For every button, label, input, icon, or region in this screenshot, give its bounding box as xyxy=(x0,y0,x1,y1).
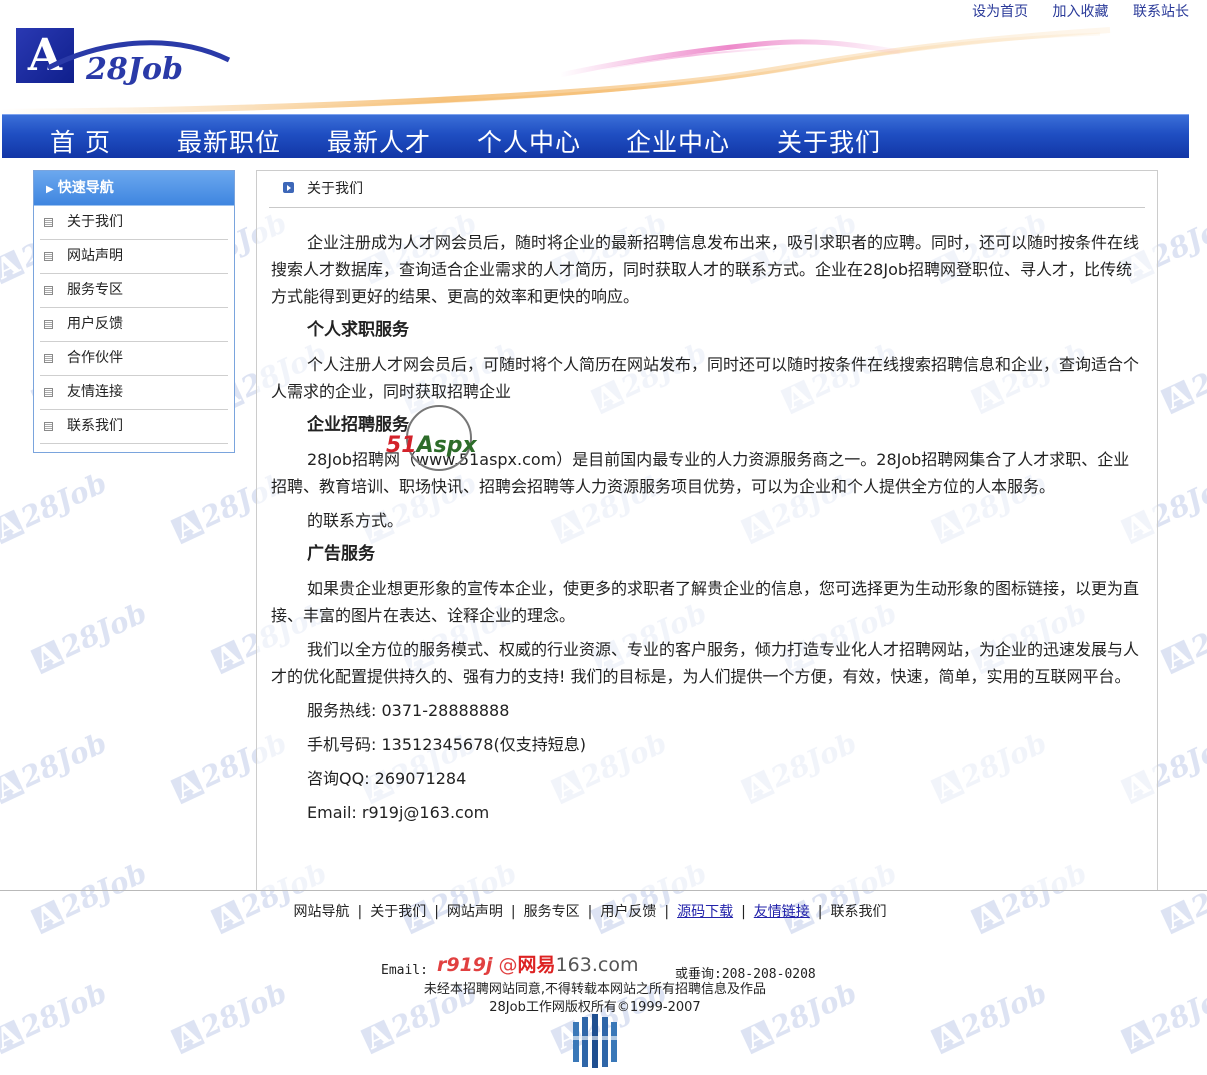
list-bullet-icon xyxy=(44,354,53,363)
footer-link[interactable]: 友情链接 xyxy=(754,904,810,920)
footer-notice: 未经本招聘网站同意,不得转载本网站之所有招聘信息及作品 xyxy=(423,982,767,997)
sidebar-item-label: 友情连接 xyxy=(67,384,123,400)
mobile-number: 手机号码: 13512345678(仅支持短息) xyxy=(307,735,586,754)
sidebar-item-partners[interactable]: 合作伙伴 xyxy=(40,342,228,376)
footer-separator: | xyxy=(357,904,363,920)
nav-company-center[interactable]: 企业中心 xyxy=(626,123,730,159)
watermark-tile: A28Job xyxy=(0,726,112,807)
footer-separator: | xyxy=(510,904,516,920)
sidebar-item-label: 用户反馈 xyxy=(67,316,123,332)
paragraph-ad-service: 如果贵企业想更形象的宣传本企业，使更多的求职者了解贵企业的信息，您可选择更为生动… xyxy=(271,579,1140,625)
certification-badge-icon[interactable] xyxy=(572,1014,618,1068)
nav-personal-center[interactable]: 个人中心 xyxy=(477,123,581,159)
sidebar-item-contact-us[interactable]: 联系我们 xyxy=(40,410,228,444)
footer-link[interactable]: 联系我们 xyxy=(831,904,887,920)
watermark-tile: A28Job xyxy=(30,596,152,677)
footer-links: 网站导航 | 关于我们 | 网站声明 | 服务专区 | 用户反馈 | 源码下载 | 友情链接 | 联系我们 xyxy=(0,901,1180,921)
service-hotline: 服务热线: 0371-28888888 xyxy=(307,701,510,720)
top-links: 设为首页 加入收藏 联系站长 xyxy=(952,1,1189,21)
nav-about-us[interactable]: 关于我们 xyxy=(777,123,881,159)
watermark-tile: A28Job xyxy=(1160,596,1207,677)
overlay-logo-text: 51Aspx xyxy=(386,433,477,458)
heading-personal-service: 个人求职服务 xyxy=(307,320,409,340)
sidebar-item-label: 联系我们 xyxy=(67,418,123,434)
list-bullet-icon xyxy=(44,388,53,397)
footer-link[interactable]: 网站导航 xyxy=(293,904,349,920)
arrow-square-icon xyxy=(283,182,294,193)
heading-ad-service: 广告服务 xyxy=(307,544,375,564)
watermark-tile: A28Job xyxy=(30,856,152,937)
main-panel: 关于我们 企业注册成为人才网会员后，随时将企业的最新招聘信息发布出来，吸引求职者… xyxy=(256,170,1158,890)
footer-divider xyxy=(0,890,1207,891)
footer-link[interactable]: 用户反馈 xyxy=(600,904,656,920)
triangle-right-icon: ▶ xyxy=(46,184,54,195)
add-favorite-link[interactable]: 加入收藏 xyxy=(1053,4,1109,20)
sidebar-title: ▶ 快速导航 xyxy=(34,171,234,206)
footer-separator: | xyxy=(587,904,593,920)
sidebar-item-label: 合作伙伴 xyxy=(67,350,123,366)
sidebar: ▶ 快速导航 关于我们 网站声明 服务专区 用户反馈 合作伙伴 友情连接 联系我们 xyxy=(33,170,235,453)
paragraph-personal-service: 个人注册人才网会员后，可随时将个人简历在网站发布，同时还可以随时按条件在线搜索招… xyxy=(271,355,1140,401)
logo-text: 28Job xyxy=(86,52,183,87)
paragraph-intro: 企业注册成为人才网会员后，随时将企业的最新招聘信息发布出来，吸引求职者的应聘。同… xyxy=(271,233,1140,306)
main-nav: 首 页 最新职位 最新人才 个人中心 企业中心 关于我们 xyxy=(2,114,1189,158)
list-bullet-icon xyxy=(44,218,53,227)
footer-copyright: 28Job工作网版权所有©1999-2007 xyxy=(489,1000,701,1015)
footer-separator: | xyxy=(817,904,823,920)
sidebar-item-services[interactable]: 服务专区 xyxy=(40,274,228,308)
article-body: 企业注册成为人才网会员后，随时将企业的最新招聘信息发布出来，吸引求职者的应聘。同… xyxy=(271,229,1145,833)
set-homepage-link[interactable]: 设为首页 xyxy=(972,4,1028,20)
nav-latest-talent[interactable]: 最新人才 xyxy=(327,123,431,159)
panel-header: 关于我们 xyxy=(269,171,1145,208)
sidebar-item-friend-links[interactable]: 友情连接 xyxy=(40,376,228,410)
overlay-logo: 51Aspx xyxy=(386,405,516,475)
paragraph-mission: 我们以全方位的服务模式、权威的行业资源、专业的客户服务，倾力打造专业化人才招聘网… xyxy=(271,640,1140,686)
paragraph-contact-fragment: 的联系方式。 xyxy=(307,511,404,530)
qq-number: 咨询QQ: 269071284 xyxy=(307,769,467,788)
list-bullet-icon xyxy=(44,422,53,431)
watermark-tile: A28Job xyxy=(1160,856,1207,937)
watermark-tile: A28Job xyxy=(0,466,112,547)
contact-admin-link[interactable]: 联系站长 xyxy=(1133,4,1189,20)
footer-separator: | xyxy=(741,904,746,920)
footer-email-image: r919j @网易163.com xyxy=(437,954,639,976)
list-bullet-icon xyxy=(44,286,53,295)
nav-home[interactable]: 首 页 xyxy=(50,123,111,159)
page-title: 关于我们 xyxy=(307,181,363,197)
footer-link[interactable]: 网站声明 xyxy=(447,904,503,920)
footer-email-label: Email: xyxy=(381,963,428,978)
site-logo[interactable]: A 28Job xyxy=(16,28,231,98)
footer-link[interactable]: 关于我们 xyxy=(370,904,426,920)
sidebar-item-about-us[interactable]: 关于我们 xyxy=(40,206,228,240)
sidebar-item-label: 服务专区 xyxy=(67,282,123,298)
sidebar-item-site-statement[interactable]: 网站声明 xyxy=(40,240,228,274)
sidebar-item-label: 关于我们 xyxy=(67,214,123,230)
sidebar-item-feedback[interactable]: 用户反馈 xyxy=(40,308,228,342)
nav-latest-jobs[interactable]: 最新职位 xyxy=(177,123,281,159)
list-bullet-icon xyxy=(44,320,53,329)
contact-email: Email: r919j@163.com xyxy=(307,803,490,822)
footer-link[interactable]: 源码下载 xyxy=(677,904,733,920)
footer-separator: | xyxy=(664,904,670,920)
watermark-tile: A28Job xyxy=(1160,336,1207,417)
footer-link[interactable]: 服务专区 xyxy=(524,904,580,920)
footer-separator: | xyxy=(434,904,439,920)
list-bullet-icon xyxy=(44,252,53,261)
sidebar-item-label: 网站声明 xyxy=(67,248,123,264)
